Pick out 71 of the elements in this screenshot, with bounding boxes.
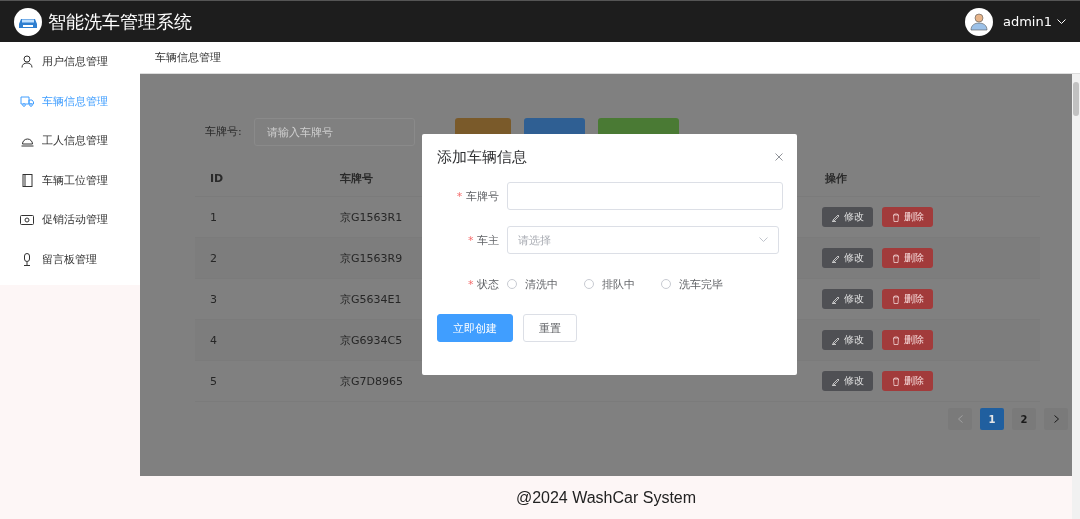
sidebar-item[interactable]: 留言板管理	[0, 239, 140, 279]
pencil-icon	[831, 335, 840, 345]
sidebar-item[interactable]: 用户信息管理	[0, 42, 140, 82]
pencil-icon	[831, 253, 840, 263]
trash-icon	[891, 376, 900, 386]
delete-button[interactable]: 删除	[882, 371, 933, 391]
reset-button[interactable]: 重置	[523, 314, 577, 342]
input-field[interactable]: 请输入车牌号	[253, 118, 415, 146]
pencil-icon	[831, 376, 840, 386]
car-logo	[14, 7, 42, 36]
trash-icon	[891, 294, 900, 304]
ticket-icon	[20, 213, 34, 226]
scrollbar-thumb[interactable]	[1073, 82, 1079, 116]
table-cell-text: 京G6934C5	[339, 332, 404, 348]
next-page-button[interactable]	[1044, 408, 1068, 430]
chevron-right-icon	[1053, 415, 1059, 423]
avatar-icon[interactable]	[965, 7, 993, 36]
trash-icon	[891, 335, 900, 345]
table-cell-text: 1	[209, 210, 218, 224]
app-title: 智能洗车管理系统	[48, 9, 193, 34]
edit-button[interactable]: 修改	[822, 289, 873, 309]
microphone-icon	[22, 252, 32, 266]
trash-icon	[891, 212, 900, 222]
table-cell-text: 5	[209, 374, 218, 388]
table-cell-text: 京G5634E1	[339, 291, 403, 307]
trash-icon	[891, 253, 900, 263]
field-label: * 状态	[467, 276, 500, 292]
chevron-left-icon	[957, 415, 963, 423]
column-header: ID	[209, 171, 225, 185]
edit-button[interactable]: 修改	[822, 248, 873, 268]
edit-button[interactable]: 修改	[822, 330, 873, 350]
close-icon[interactable]	[775, 153, 783, 161]
sidebar-item[interactable]: 车辆工位管理	[0, 160, 140, 200]
edit-button[interactable]: 修改	[822, 371, 873, 391]
table-cell-text: 3	[209, 292, 218, 306]
radio-option[interactable]: 洗车完毕	[661, 276, 723, 292]
door-icon	[21, 173, 33, 187]
user-name[interactable]: admin1	[1003, 14, 1052, 29]
table-cell-text: 京G1563R9	[339, 250, 404, 266]
footer-text: @2024 WashCar System	[515, 488, 697, 507]
table-cell-text: 4	[209, 333, 218, 347]
column-header: 车牌号	[339, 170, 374, 186]
radio-option[interactable]: 清洗中	[507, 276, 558, 292]
edit-button[interactable]: 修改	[822, 207, 873, 227]
column-header: 操作	[824, 170, 848, 186]
delete-button[interactable]: 删除	[882, 330, 933, 350]
table-cell-text: 京G1563R1	[339, 209, 404, 225]
table-cell-text: 京G7D8965	[339, 373, 404, 389]
delete-button[interactable]: 删除	[882, 248, 933, 268]
user-icon	[21, 55, 33, 69]
search-button[interactable]	[523, 118, 585, 134]
dialog-title: 添加车辆信息	[437, 147, 527, 167]
add-button[interactable]	[597, 118, 679, 134]
radio-option[interactable]: 排队中	[584, 276, 635, 292]
caret-icon[interactable]	[1057, 18, 1066, 25]
pencil-icon	[831, 212, 840, 222]
breadcrumb[interactable]: 车辆信息管理	[155, 50, 221, 65]
delete-button[interactable]: 删除	[882, 207, 933, 227]
page-button[interactable]: 2	[1012, 408, 1036, 430]
field-label: * 车牌号	[455, 188, 500, 204]
caret-icon	[759, 237, 768, 243]
reset-button[interactable]	[454, 118, 511, 134]
table-cell-text: 2	[209, 251, 218, 265]
field-label: * 车主	[467, 232, 500, 248]
sidebar-item[interactable]: 促销活动管理	[0, 200, 140, 240]
pencil-icon	[831, 294, 840, 304]
page-button[interactable]: 1	[980, 408, 1004, 430]
delete-button[interactable]: 删除	[882, 289, 933, 309]
sidebar-item[interactable]: 工人信息管理	[0, 121, 140, 161]
field-label: 车牌号:	[205, 124, 242, 140]
truck-icon	[20, 95, 34, 108]
